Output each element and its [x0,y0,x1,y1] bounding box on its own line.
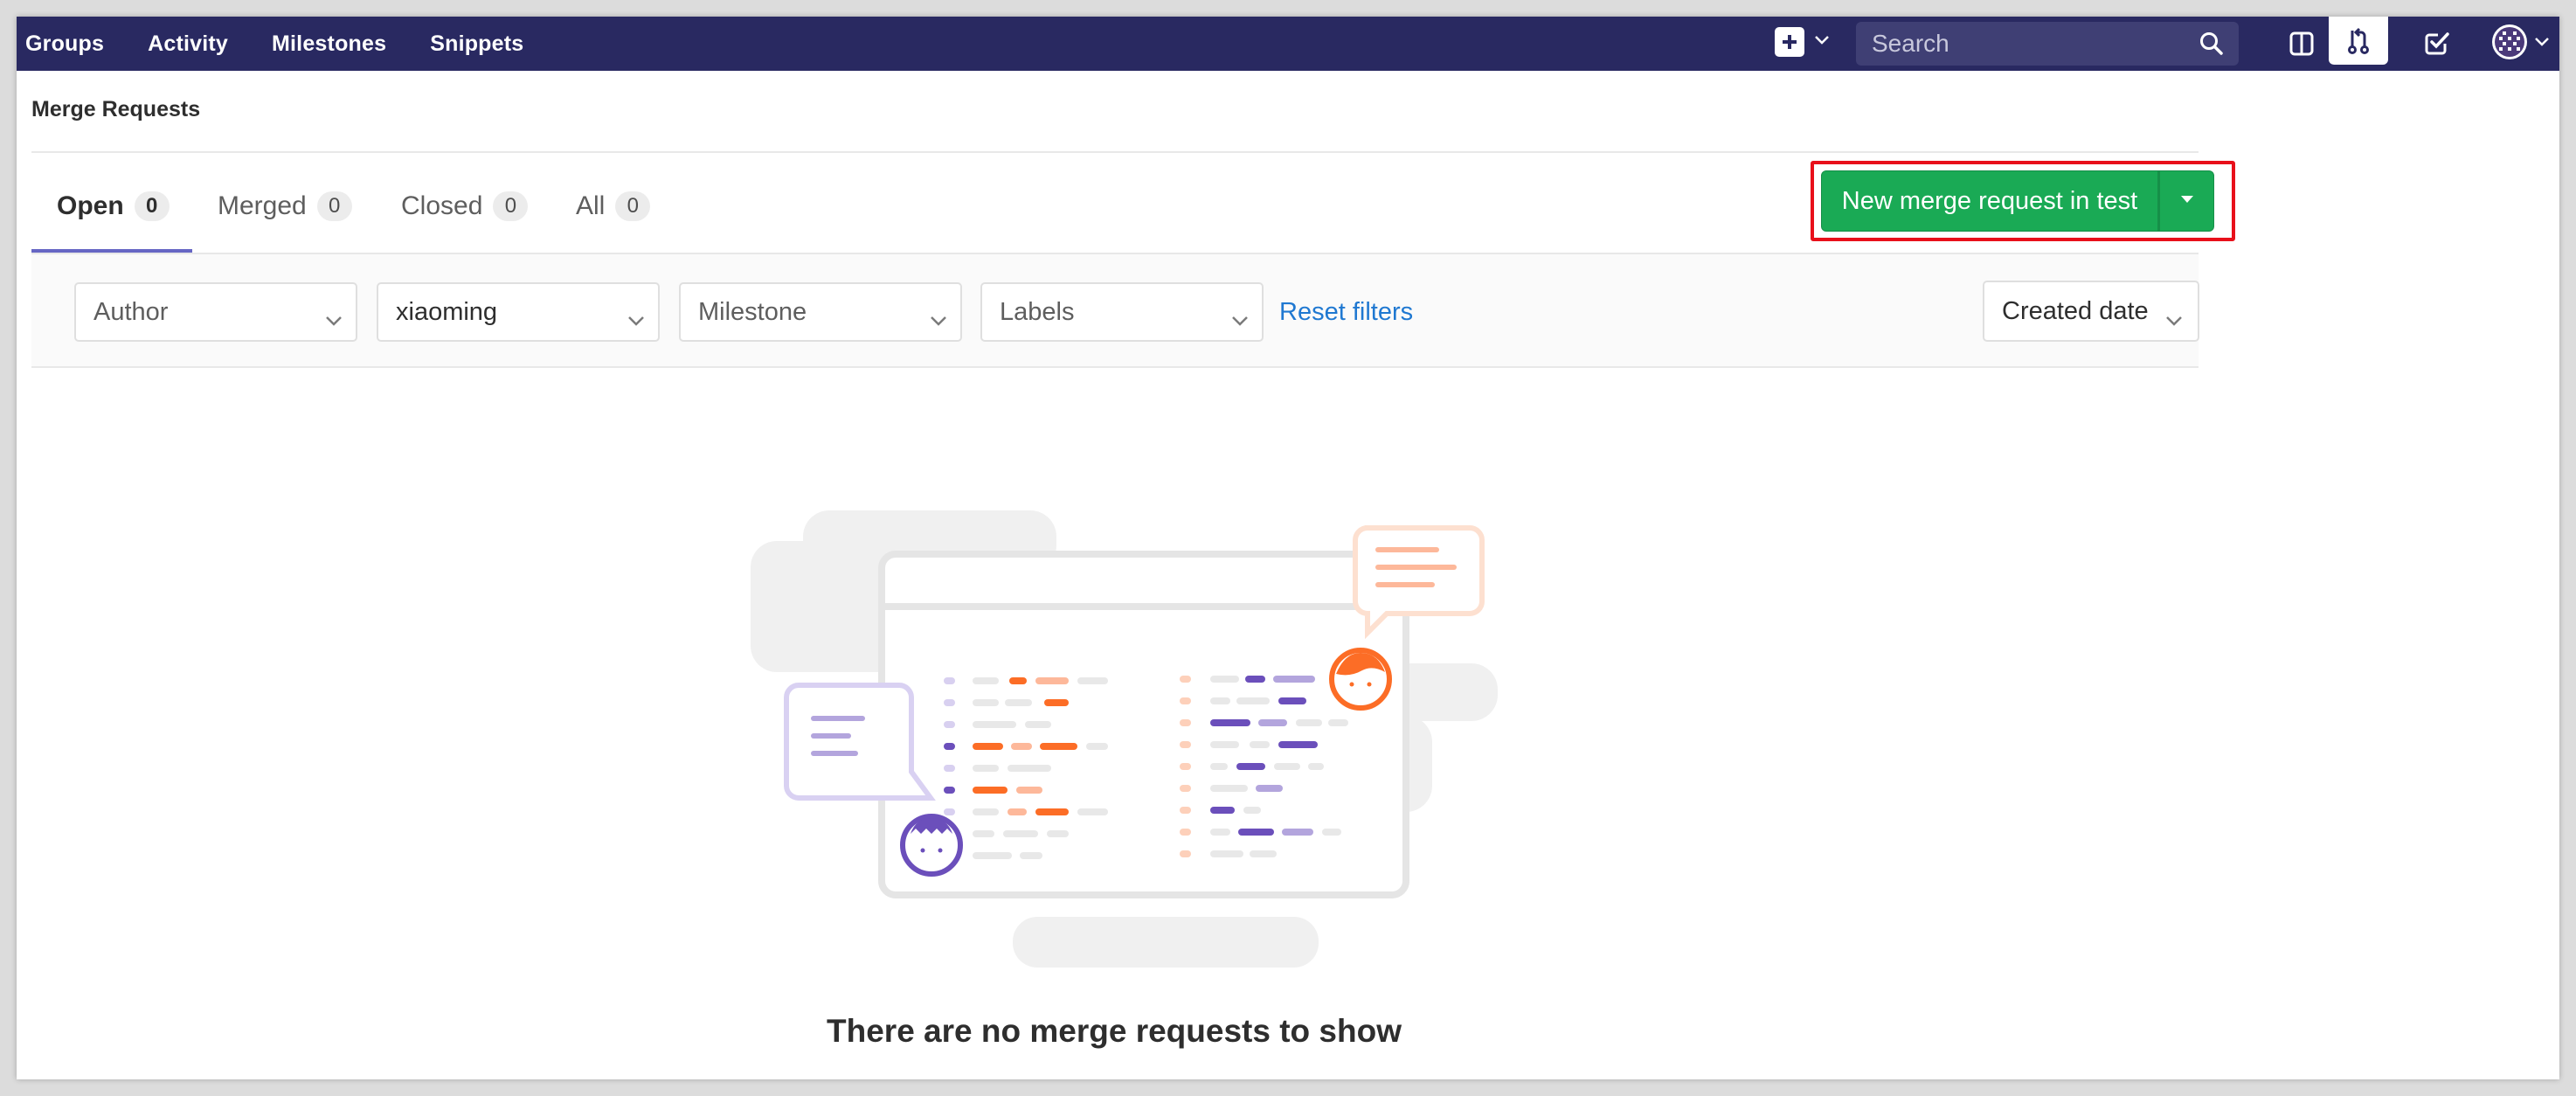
sort-label: Created date [2002,296,2149,325]
user-avatar-icon [2490,23,2529,66]
empty-state-illustration [751,510,1498,968]
new-merge-request-button[interactable]: New merge request in test [1821,170,2158,232]
chevron-down-icon [1813,34,1831,51]
search-icon[interactable] [2199,31,2225,61]
empty-state-message: There are no merge requests to show [827,1013,1402,1049]
divider [31,151,2199,153]
tab-closed[interactable]: Closed 0 [401,191,529,221]
labels-dropdown[interactable]: Labels [980,282,1264,342]
dropdown-label: Author [93,297,169,326]
milestone-dropdown[interactable]: Milestone [679,282,962,342]
caret-down-icon [2179,193,2195,209]
tab-merged[interactable]: Merged 0 [218,191,352,221]
count-badge: 0 [493,191,529,221]
todo-check-icon[interactable] [2420,17,2455,71]
chevron-down-icon [2164,305,2184,334]
search-box[interactable] [1856,22,2239,66]
author-dropdown[interactable]: Author [74,282,357,342]
chevron-down-icon [627,305,646,334]
count-badge: 0 [615,191,651,221]
count-badge: 0 [134,191,170,221]
chevron-down-icon [324,305,343,334]
top-navbar: Groups Activity Milestones Snippets [17,17,2559,71]
chevron-down-icon [2534,36,2550,52]
nav-link-snippets[interactable]: Snippets [412,17,541,71]
user-menu[interactable] [2489,17,2551,71]
browser-window: Groups Activity Milestones Snippets Sear… [17,17,2559,1079]
filter-bar: Author xiaoming Milestone Labels Reset f… [31,254,2199,368]
tab-label: Merged [218,191,307,220]
nav-link-activity[interactable]: Activity [130,17,246,71]
reset-filters-link[interactable]: Reset filters [1279,282,1413,342]
nav-link-groups[interactable]: Groups [17,17,121,71]
nav-link-milestones[interactable]: Milestones [254,17,404,71]
sort-dropdown[interactable]: Created date [1983,281,2199,342]
dropdown-label: xiaoming [396,297,498,326]
dropdown-label: Labels [1000,297,1075,326]
chevron-down-icon [929,305,948,334]
tab-label: Closed [401,191,483,220]
tab-label: All [576,191,606,220]
plus-square-icon [1775,27,1804,57]
count-badge: 0 [316,191,352,221]
tab-label: Open [57,191,124,220]
tab-open[interactable]: Open 0 [57,191,170,221]
new-dropdown[interactable] [1775,27,1831,57]
assignee-dropdown[interactable]: xiaoming [377,282,660,342]
chevron-down-icon [1230,305,1250,334]
merge-request-icon[interactable] [2329,17,2388,65]
page-title: Merge Requests [31,97,201,121]
search-input[interactable] [1856,22,2239,66]
tab-all[interactable]: All 0 [576,191,651,221]
sidebar-icon[interactable] [2284,17,2319,71]
dropdown-label: Milestone [698,297,807,326]
new-merge-request-dropdown-toggle[interactable] [2158,170,2214,232]
